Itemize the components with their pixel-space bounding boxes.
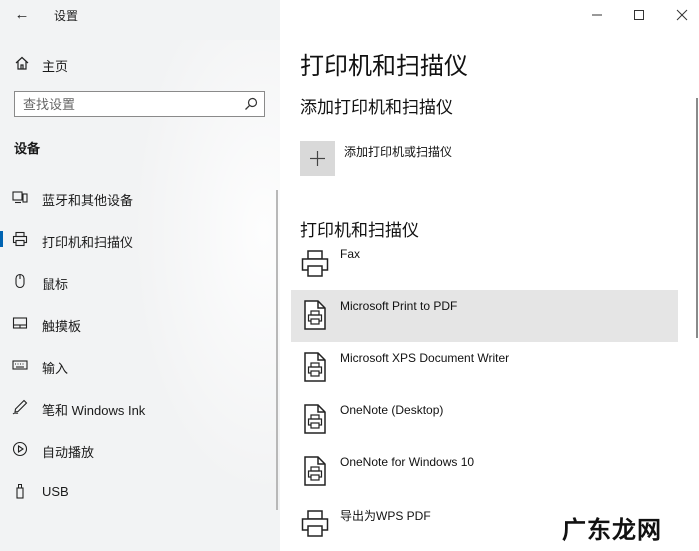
bluetooth-devices-icon [12,191,28,204]
sidebar-item-printers[interactable]: 打印机和扫描仪 [0,224,278,254]
usb-icon [16,484,24,499]
minimize-icon[interactable] [586,6,608,24]
sidebar-item-autoplay[interactable]: 自动播放 [0,434,278,464]
device-label: Microsoft Print to PDF [340,299,458,313]
document-printer-icon [304,300,326,330]
device-label: Fax [340,247,361,261]
sidebar-item-typing[interactable]: 输入 [0,350,278,380]
device-item-fax[interactable]: Fax [291,238,678,290]
window-title: 设置 [54,9,79,23]
device-label: OneNote (Desktop) [340,403,444,417]
main-pane: 打印机和扫描仪 添加打印机和扫描仪 添加打印机或扫描仪 打印机和扫描仪 Fax … [280,0,699,551]
selection-indicator [0,231,3,247]
home-icon [15,56,29,70]
sidebar: ← 设置 主页 设备 蓝牙和其他设备 打印机和扫描仪 [0,0,280,551]
device-label: Microsoft XPS Document Writer [340,351,510,365]
sidebar-item-label: 鼠标 [42,277,69,292]
sidebar-item-home[interactable]: 主页 [0,52,280,76]
watermark: 广东龙网 [562,517,662,544]
printer-icon [12,231,28,247]
device-label: OneNote for Windows 10 [340,455,475,469]
mouse-icon [15,273,25,289]
page-title: 打印机和扫描仪 [300,53,468,80]
document-printer-icon [304,352,326,382]
sidebar-scrollbar[interactable] [276,190,278,510]
device-item-xps-writer[interactable]: Microsoft XPS Document Writer [291,342,678,394]
add-printer-button[interactable] [300,141,335,176]
sidebar-item-touchpad[interactable]: 触摸板 [0,308,278,338]
printer-icon [301,510,329,537]
home-label: 主页 [42,59,69,74]
sidebar-item-label: 输入 [42,361,69,376]
sidebar-item-label: USB [42,484,69,499]
sidebar-item-label: 触摸板 [42,319,82,334]
sidebar-item-pen[interactable]: 笔和 Windows Ink [0,392,278,422]
printer-icon [301,250,329,277]
document-printer-icon [304,404,326,434]
add-section-title: 添加打印机和扫描仪 [300,98,453,117]
keyboard-icon [12,360,28,370]
sidebar-item-label: 打印机和扫描仪 [42,235,134,250]
sidebar-item-label: 笔和 Windows Ink [42,403,146,418]
sidebar-item-usb[interactable]: USB [0,476,278,506]
sidebar-item-label: 蓝牙和其他设备 [42,193,134,208]
document-printer-icon [304,456,326,486]
sidebar-item-mouse[interactable]: 鼠标 [0,266,278,296]
search-icon[interactable] [244,97,258,111]
device-label: 导出为WPS PDF [340,509,431,523]
plus-icon [310,151,325,166]
back-arrow-icon[interactable]: ← [12,6,32,24]
maximize-icon[interactable] [628,6,650,24]
autoplay-icon [12,441,28,457]
device-item-onenote-win10[interactable]: OneNote for Windows 10 [291,446,678,498]
close-icon[interactable] [671,6,693,24]
sidebar-item-label: 自动播放 [42,445,95,460]
sidebar-item-bluetooth[interactable]: 蓝牙和其他设备 [0,182,278,212]
device-item-print-to-pdf[interactable]: Microsoft Print to PDF [291,290,678,342]
search-input[interactable] [23,94,238,114]
touchpad-icon [12,317,28,329]
main-scrollbar[interactable] [696,98,698,338]
add-printer-label[interactable]: 添加打印机或扫描仪 [344,143,452,160]
device-item-onenote-desktop[interactable]: OneNote (Desktop) [291,394,678,446]
pen-icon [12,399,28,415]
section-title: 设备 [14,141,41,156]
search-box[interactable] [14,91,265,117]
